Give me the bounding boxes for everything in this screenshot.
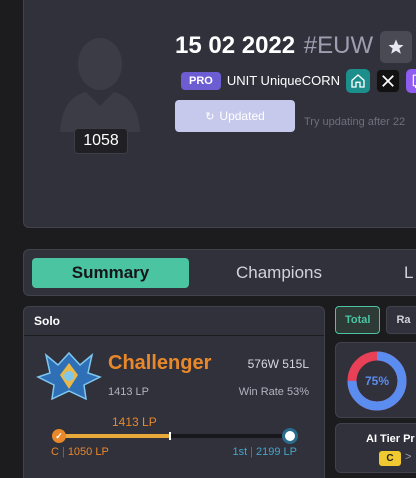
league-points: 1413 LP [108, 386, 149, 398]
favorite-button[interactable] [380, 31, 412, 63]
home-icon [351, 73, 365, 88]
challenger-emblem-icon [36, 351, 102, 401]
lp-progress-track [59, 432, 290, 440]
ai-tier-card[interactable]: AI Tier Pr C > [335, 423, 416, 473]
team-row: PRO UNIT UniqueCORN [175, 68, 416, 93]
lp-progress-fill [59, 434, 170, 438]
tab-summary[interactable]: Summary [32, 258, 189, 288]
summoner-name-text: 15 02 2022 [175, 32, 296, 59]
profile-card: 1058 15 02 2022 #EUW PRO UNIT UniqueCORN [23, 0, 416, 228]
avatar [60, 36, 140, 132]
ai-tier-grade: C [379, 451, 401, 466]
ranked-solo-card: Solo Challenger 576W 515L 1413 LP Win Ra… [23, 306, 325, 478]
star-icon [388, 39, 404, 54]
twitch-link-button[interactable] [406, 68, 416, 93]
lp-progress-label: 1413 LP [112, 415, 157, 429]
queue-title: Solo [24, 307, 324, 336]
update-hint: Try updating after 22 [304, 116, 406, 128]
tier-name: Challenger [108, 352, 212, 374]
win-rate-card: 75% [335, 342, 416, 418]
tab-total[interactable]: Total [335, 306, 381, 334]
profile-silhouette-icon [60, 38, 140, 132]
start-lp: 1050 LP [67, 446, 109, 458]
tier-start-grade-icon: ✓ [52, 429, 66, 443]
home-link-button[interactable] [346, 68, 371, 93]
win-loss-record: 576W 515L [247, 357, 309, 371]
tab-live[interactable]: L [404, 258, 416, 288]
tier-end-dot [282, 428, 298, 444]
main-tab-bar: Summary Champions L [23, 249, 416, 296]
summoner-tagline: #EUW [303, 32, 374, 59]
pro-badge: PRO [181, 71, 221, 90]
stats-tab-group: Total Ra [335, 306, 416, 334]
lp-progress-marker [168, 432, 171, 440]
lp-range-start: C | 1050 LP [51, 446, 109, 458]
twitch-icon [412, 74, 416, 88]
lp-range-end: 1st | 2199 LP [232, 446, 297, 458]
end-lp: 2199 LP [256, 446, 297, 458]
x-link-button[interactable] [376, 68, 401, 93]
team-name[interactable]: UNIT UniqueCORN [227, 73, 340, 88]
tab-champions[interactable]: Champions [224, 258, 334, 288]
update-button-label: Updated [219, 109, 265, 123]
start-grade: C [51, 446, 59, 458]
update-button[interactable]: ↻ Updated [175, 100, 295, 132]
chevron-right-icon: > [405, 451, 412, 463]
summoner-name: 15 02 2022 #EUW [175, 32, 373, 60]
refresh-icon: ↻ [205, 110, 215, 123]
win-rate: Win Rate 53% [238, 386, 309, 398]
tab-ranked[interactable]: Ra [386, 306, 416, 334]
end-rank: 1st [232, 446, 248, 458]
x-icon [382, 74, 394, 87]
summoner-level-badge: 1058 [74, 128, 128, 154]
win-rate-percent: 75% [364, 374, 390, 388]
ai-tier-title: AI Tier Pr [366, 433, 415, 445]
